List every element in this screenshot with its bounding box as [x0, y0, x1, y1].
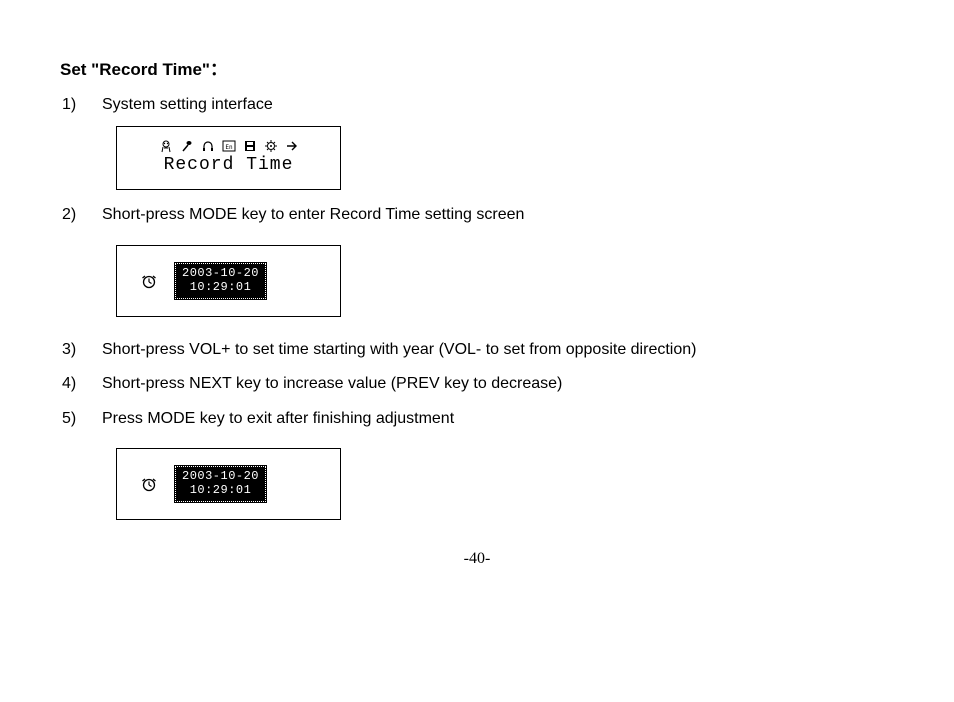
section-heading: Set "Record Time"：: [60, 55, 894, 80]
step-number: 5): [60, 404, 102, 434]
icon-row: En: [159, 139, 299, 153]
step-1: 1) System setting interface: [60, 90, 894, 120]
clock-icon: [141, 476, 157, 492]
lcd-record-time-2: 2003-10-20 10:29:01: [116, 448, 341, 520]
step-text: Short-press MODE key to enter Record Tim…: [102, 200, 894, 230]
datetime-display: 2003-10-20 10:29:01: [175, 466, 266, 502]
step-text: Short-press VOL+ to set time starting wi…: [102, 335, 894, 365]
date-line: 2003-10-20: [182, 267, 259, 281]
arrow-right-icon: [285, 139, 299, 153]
disk-icon: [243, 139, 257, 153]
mic-icon: [180, 139, 194, 153]
date-line: 2003-10-20: [182, 470, 259, 484]
language-icon: En: [222, 139, 236, 153]
gear-icon: [264, 139, 278, 153]
lcd-system-setting: En Record Time: [116, 126, 341, 190]
step-number: 2): [60, 200, 102, 230]
step-text: Short-press NEXT key to increase value (…: [102, 369, 894, 399]
figure-icon: [159, 139, 173, 153]
time-line: 10:29:01: [182, 281, 259, 295]
step-text: Press MODE key to exit after finishing a…: [102, 404, 894, 434]
svg-text:En: En: [225, 144, 233, 151]
lcd-record-time-1: 2003-10-20 10:29:01: [116, 245, 341, 317]
time-line: 10:29:01: [182, 484, 259, 498]
step-text: System setting interface: [102, 90, 894, 120]
page-number: -40-: [60, 550, 894, 568]
lcd-menu-label: Record Time: [164, 155, 294, 175]
step-number: 4): [60, 369, 102, 399]
document-page: Set "Record Time"： 1) System setting int…: [0, 0, 954, 568]
clock-icon: [141, 273, 157, 289]
step-number: 1): [60, 90, 102, 120]
headphone-icon: [201, 139, 215, 153]
step-3: 3) Short-press VOL+ to set time starting…: [60, 335, 894, 365]
step-2: 2) Short-press MODE key to enter Record …: [60, 200, 894, 230]
step-number: 3): [60, 335, 102, 365]
step-4: 4) Short-press NEXT key to increase valu…: [60, 369, 894, 399]
datetime-display: 2003-10-20 10:29:01: [175, 263, 266, 299]
step-5: 5) Press MODE key to exit after finishin…: [60, 404, 894, 434]
